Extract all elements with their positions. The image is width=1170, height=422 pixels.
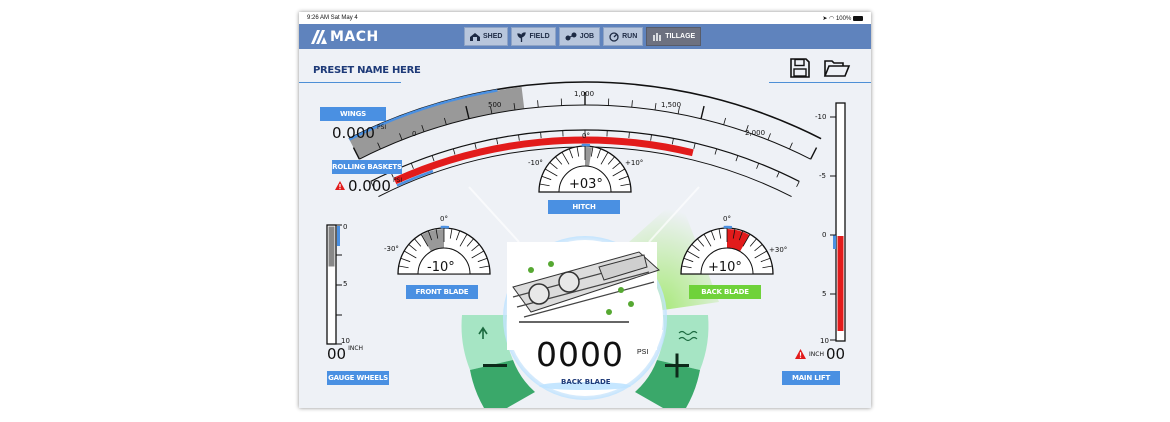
center-label: BACK BLADE: [561, 378, 611, 386]
center-value: 0000: [536, 335, 624, 374]
minus-icon: [483, 364, 507, 367]
tablet-screen: 9:26 AM Sat May 4 ➤ ◠ 100% MACH SHED FIE: [299, 12, 871, 408]
center-unit: PSI: [637, 349, 649, 356]
